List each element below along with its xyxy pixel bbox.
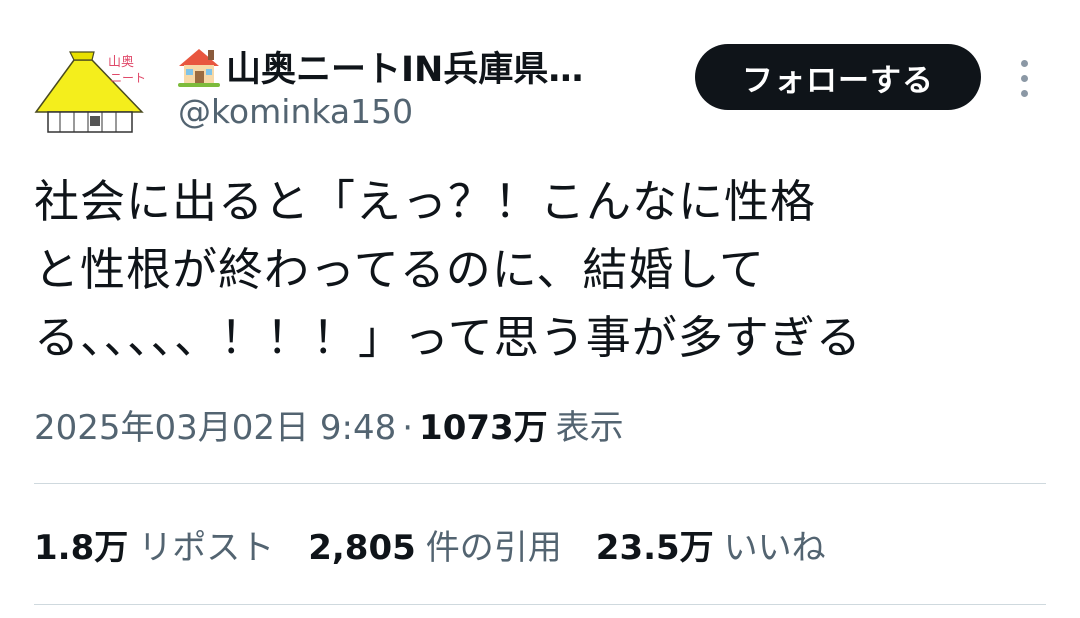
stat-likes[interactable]: 23.5万 いいね xyxy=(596,520,826,569)
avatar-text-1: 山奥 xyxy=(108,55,134,70)
stat-label: 件の引用 xyxy=(425,528,562,568)
more-options-icon[interactable] xyxy=(1008,56,1040,100)
tweet-text-line: と性根が終わってるのに、結婚して xyxy=(34,243,766,296)
display-name[interactable]: 山奥ニートIN兵庫県… xyxy=(226,41,583,92)
views-label: 表示 xyxy=(555,408,624,448)
stat-count: 1.8万 xyxy=(34,528,129,568)
stat-label: リポスト xyxy=(138,528,275,568)
tweet-text-line: る、、、、、！！！」って思う事が多すぎる xyxy=(34,311,862,364)
dot xyxy=(1021,90,1028,97)
tweet-text-line: 社会に出ると「えっ？！こんなに性格 xyxy=(34,175,817,228)
dot xyxy=(1021,75,1028,82)
views-count: 1073万 xyxy=(419,408,548,448)
avatar-image: 山奥 ニート xyxy=(30,42,148,138)
stat-reposts[interactable]: 1.8万 リポスト xyxy=(34,520,274,569)
tweet-meta: 2025年03月02日 9:48 · 1073万 表示 xyxy=(34,400,624,449)
stat-label: いいね xyxy=(723,528,826,568)
stat-quotes[interactable]: 2,805 件の引用 xyxy=(308,520,562,569)
dot xyxy=(1021,60,1028,67)
avatar[interactable]: 山奥 ニート xyxy=(30,42,148,138)
follow-button[interactable]: フォローする xyxy=(695,44,981,110)
stat-count: 2,805 xyxy=(308,528,416,568)
user-name-row[interactable]: 山奥ニートIN兵庫県… xyxy=(176,40,583,92)
meta-separator: · xyxy=(402,408,414,448)
divider xyxy=(34,483,1046,484)
user-handle[interactable]: @kominka150 xyxy=(178,92,413,131)
tweet-text: 社会に出ると「えっ？！こんなに性格 と性根が終わってるのに、結婚して る、、、、… xyxy=(34,168,1044,372)
divider xyxy=(34,604,1046,605)
tweet-detail: 山奥 ニート 山奥ニートIN兵庫県… @kominka150 フォローする 社会… xyxy=(0,0,1080,618)
engagement-stats: 1.8万 リポスト 2,805 件の引用 23.5万 いいね xyxy=(34,520,860,569)
timestamp[interactable]: 2025年03月02日 9:48 xyxy=(34,400,396,449)
avatar-text-2: ニート xyxy=(110,71,146,85)
stat-count: 23.5万 xyxy=(595,528,714,568)
house-emoji-icon xyxy=(176,44,222,88)
